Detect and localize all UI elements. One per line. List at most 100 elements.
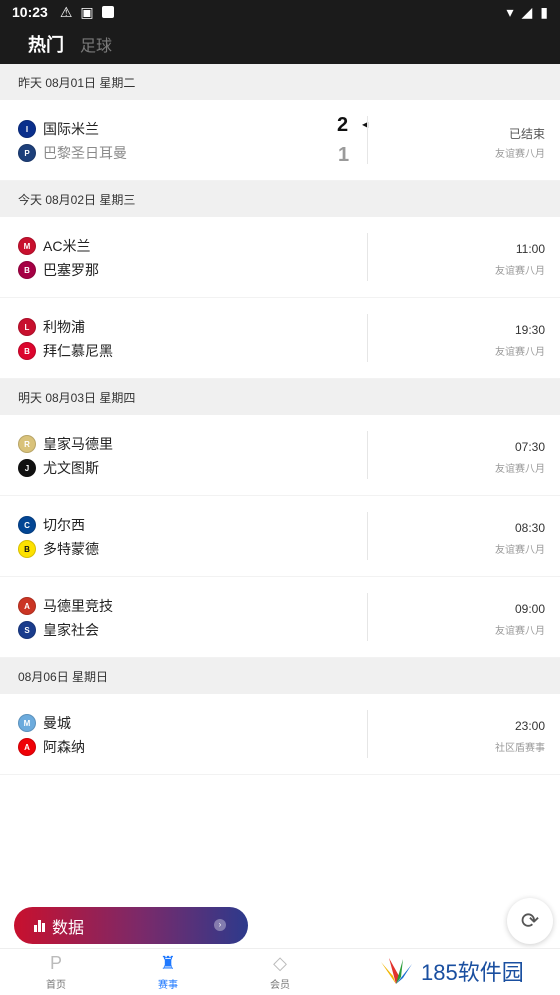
match-row[interactable]: R 皇家马德里 J 尤文图斯 07:30 友谊赛八月 <box>0 415 560 496</box>
home-team: L 利物浦 <box>18 317 85 337</box>
away-team: B 多特蒙德 <box>18 539 99 559</box>
away-team-name: 巴黎圣日耳曼 <box>43 145 127 161</box>
home-team: C 切尔西 <box>18 515 85 535</box>
notification-square-icon <box>101 6 114 18</box>
nav-item-label: 首页 <box>46 980 66 991</box>
away-team: A 阿森纳 <box>18 737 85 757</box>
away-team-name: 皇家社会 <box>43 622 99 638</box>
divider <box>367 431 368 479</box>
home-score: 2 <box>337 114 349 136</box>
watermark-logo-icon <box>377 956 415 986</box>
match-time: 07:30 <box>514 440 545 454</box>
refresh-button[interactable]: ⟳ <box>507 898 553 944</box>
match-row[interactable]: I 国际米兰 P 巴黎圣日耳曼 2 ◀ 1 已结束 友谊赛八月 <box>0 100 560 181</box>
liverpool-logo-icon: L <box>18 318 36 336</box>
signal-icon: ◢ <box>521 3 533 20</box>
home-p-icon: P <box>49 953 62 973</box>
competition-name: 社区盾赛事 <box>495 743 545 754</box>
home-team-name: 皇家马德里 <box>43 436 113 452</box>
data-button-label: 数据 <box>52 919 85 937</box>
warning-icon: ⚠ <box>59 3 73 20</box>
nav-item-home[interactable]: P 首页 <box>26 953 86 991</box>
away-team: S 皇家社会 <box>18 620 99 640</box>
refresh-icon: ⟳ <box>520 908 540 933</box>
away-score: 1 <box>338 144 350 166</box>
home-team-name: 曼城 <box>43 715 71 731</box>
away-team: J 尤文图斯 <box>18 458 99 478</box>
away-team-name: 尤文图斯 <box>43 460 99 476</box>
atletico-logo-icon: A <box>18 597 36 615</box>
home-team: I 国际米兰 <box>18 119 99 139</box>
home-team: M AC米兰 <box>18 236 90 256</box>
divider <box>367 314 368 362</box>
home-team: A 马德里竞技 <box>18 596 113 616</box>
chevron-right-icon: › <box>214 919 226 931</box>
ac-milan-logo-icon: M <box>18 237 36 255</box>
notification-a-icon: ▣ <box>80 3 94 20</box>
away-team-name: 巴塞罗那 <box>43 262 99 278</box>
day-header: 明天 08月03日 星期四 <box>0 379 560 415</box>
match-list: 昨天 08月01日 星期二 I 国际米兰 P 巴黎圣日耳曼 2 ◀ 1 已结束 … <box>0 64 560 775</box>
real-madrid-logo-icon: R <box>18 435 36 453</box>
tab-football[interactable]: 足球 <box>80 32 112 56</box>
competition-name: 友谊赛八月 <box>495 626 545 637</box>
psg-logo-icon: P <box>18 144 36 162</box>
divider <box>367 710 368 758</box>
juventus-logo-icon: J <box>18 459 36 477</box>
nav-item-label: 赛事 <box>158 980 178 991</box>
competition-name: 友谊赛八月 <box>495 347 545 358</box>
watermark: 185软件园 <box>377 955 524 987</box>
divider <box>367 233 368 281</box>
match-status: 已结束 <box>508 127 545 141</box>
wifi-icon: ▾ <box>506 3 514 20</box>
chelsea-logo-icon: C <box>18 516 36 534</box>
match-time: 19:30 <box>514 323 545 337</box>
trophy-icon: ♜ <box>159 953 177 973</box>
real-sociedad-logo-icon: S <box>18 621 36 639</box>
nav-item-member[interactable]: ◇ 会员 <box>250 953 310 991</box>
home-team-name: 切尔西 <box>43 517 85 533</box>
match-row[interactable]: C 切尔西 B 多特蒙德 08:30 友谊赛八月 <box>0 496 560 577</box>
match-row[interactable]: M AC米兰 B 巴塞罗那 11:00 友谊赛八月 <box>0 217 560 298</box>
competition-name: 友谊赛八月 <box>495 266 545 277</box>
home-team-name: AC米兰 <box>43 238 91 254</box>
match-time: 11:00 <box>515 242 545 256</box>
man-city-logo-icon: M <box>18 714 36 732</box>
competition-name: 友谊赛八月 <box>495 149 545 160</box>
day-header: 昨天 08月01日 星期二 <box>0 64 560 100</box>
competition-name: 友谊赛八月 <box>495 545 545 556</box>
status-bar: 10:23 ⚠ ▣ ▾ ◢ ▮ <box>0 0 560 24</box>
nav-item-events[interactable]: ♜ 赛事 <box>138 953 198 991</box>
dortmund-logo-icon: B <box>18 540 36 558</box>
battery-icon: ▮ <box>540 3 548 20</box>
home-team: M 曼城 <box>18 713 71 733</box>
away-team: P 巴黎圣日耳曼 <box>18 143 127 163</box>
day-header: 今天 08月02日 星期三 <box>0 181 560 217</box>
arsenal-logo-icon: A <box>18 738 36 756</box>
match-row[interactable]: M 曼城 A 阿森纳 23:00 社区盾赛事 <box>0 694 560 775</box>
barcelona-logo-icon: B <box>18 261 36 279</box>
divider <box>367 593 368 641</box>
bar-chart-icon <box>34 919 45 932</box>
home-team-name: 国际米兰 <box>43 121 99 137</box>
watermark-text: 185软件园 <box>421 960 524 985</box>
match-time: 09:00 <box>514 602 545 616</box>
away-team-name: 多特蒙德 <box>43 541 99 557</box>
divider <box>367 116 368 164</box>
tab-hot[interactable]: 热门 <box>28 31 64 57</box>
home-team-name: 马德里竞技 <box>43 598 113 614</box>
home-team-name: 利物浦 <box>43 319 85 335</box>
away-team-name: 拜仁慕尼黑 <box>43 343 113 359</box>
bayern-logo-icon: B <box>18 342 36 360</box>
match-row[interactable]: L 利物浦 B 拜仁慕尼黑 19:30 友谊赛八月 <box>0 298 560 379</box>
data-button[interactable]: 数据 › <box>14 907 248 944</box>
diamond-icon: ◇ <box>273 953 287 973</box>
home-team: R 皇家马德里 <box>18 434 113 454</box>
match-row[interactable]: A 马德里竞技 S 皇家社会 09:00 友谊赛八月 <box>0 577 560 658</box>
divider <box>367 512 368 560</box>
match-time: 23:00 <box>514 719 545 733</box>
competition-name: 友谊赛八月 <box>495 464 545 475</box>
inter-milan-logo-icon: I <box>18 120 36 138</box>
nav-item-label: 会员 <box>270 980 290 991</box>
away-team: B 巴塞罗那 <box>18 260 99 280</box>
